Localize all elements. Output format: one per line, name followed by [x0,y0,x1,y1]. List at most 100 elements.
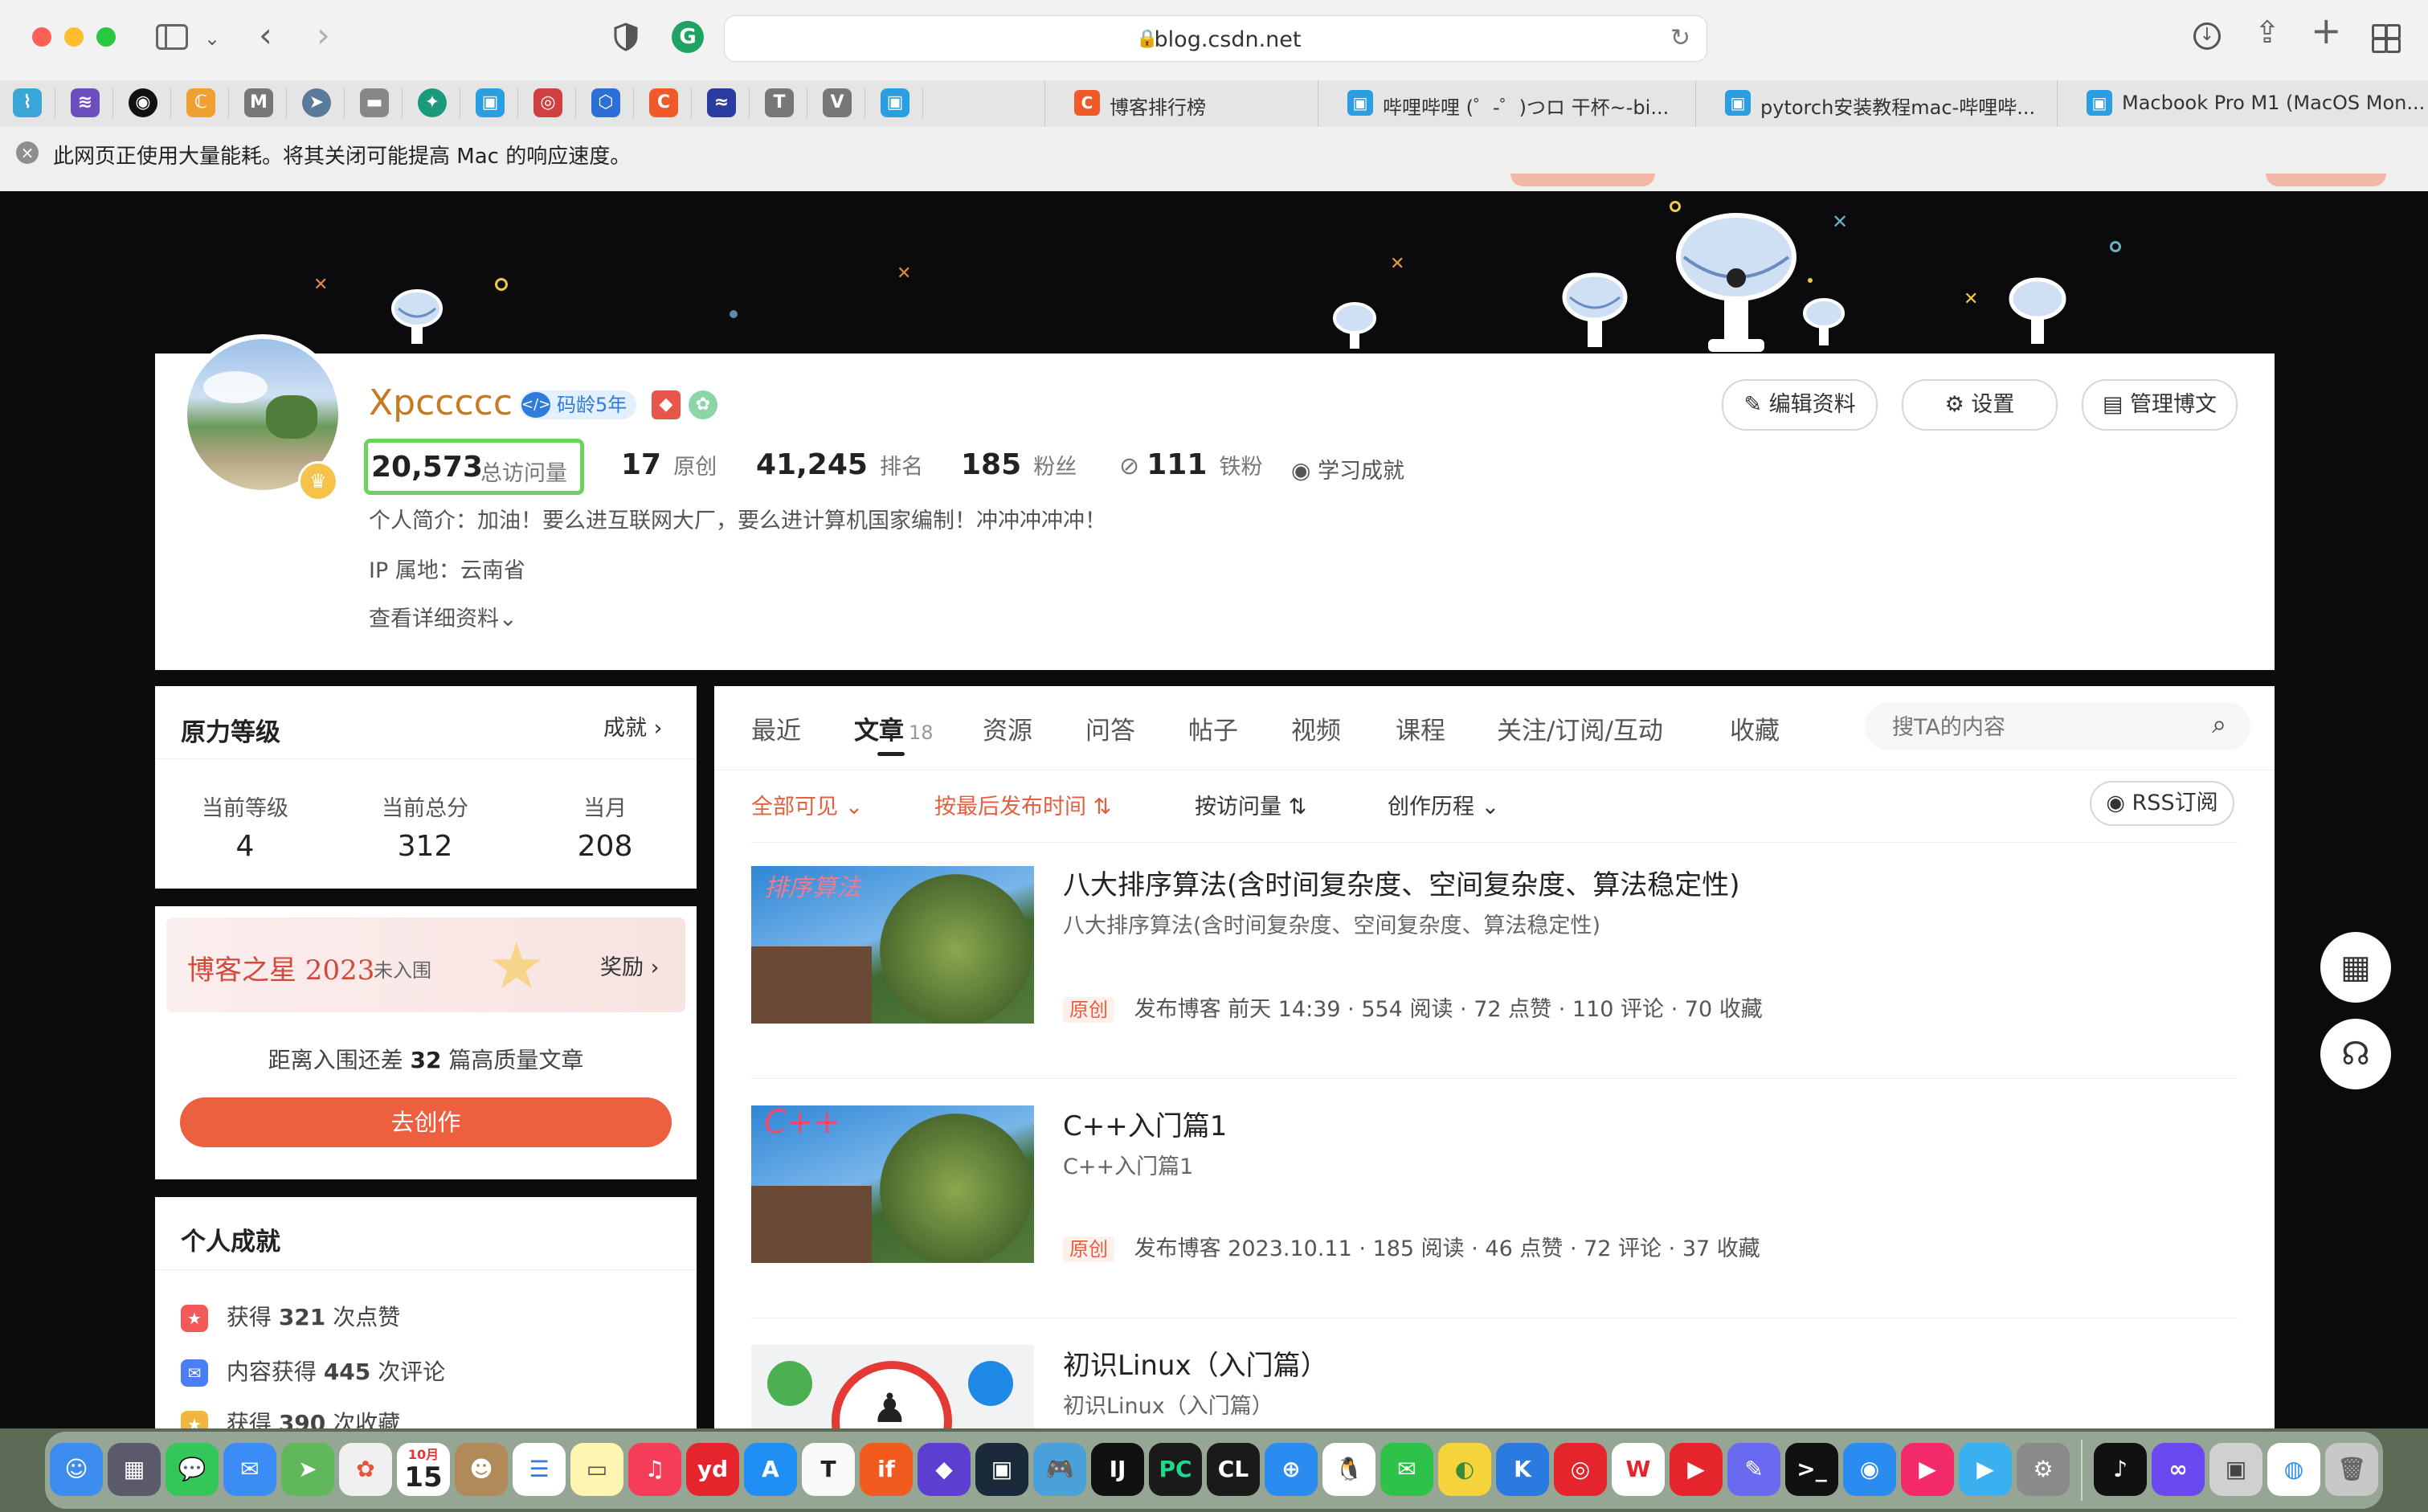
pycharm-icon[interactable]: PC [1149,1443,1202,1496]
pinned-tab-feather-icon[interactable]: ⌇ [13,88,42,117]
close-window-button[interactable] [32,27,51,47]
edit-profile-button[interactable]: ✎ 编辑资料 [1722,379,1878,431]
article-thumbnail[interactable]: C++ [751,1105,1034,1263]
blog-star-banner[interactable]: 博客之星 2023 未入围 ★ 奖励 › [166,917,685,1012]
preview-icon[interactable]: ▣ [2209,1443,2262,1496]
pinned-tab-red-icon[interactable]: ◎ [533,88,562,117]
tab-csdn-ranking[interactable]: C 博客排行榜 [1044,80,1306,127]
customer-service-icon[interactable]: ☊ [2320,1019,2391,1089]
pdf-icon[interactable]: ▶ [1670,1443,1723,1496]
reminders-icon[interactable]: ☰ [513,1443,566,1496]
pinned-tab-navy-icon[interactable]: ≈ [707,88,736,117]
back-icon[interactable]: ‹ [259,18,272,52]
pinned-tab-v-icon[interactable]: V [823,88,852,117]
mail-icon[interactable]: ✉ [223,1443,276,1496]
tab-resources[interactable]: 资源 [983,710,1032,746]
article-title[interactable]: C++入门篇1 [1063,1104,1227,1143]
pinned-tab-chatgpt-icon[interactable]: ✦ [418,88,447,117]
tab-macbook-video[interactable]: ▣ Macbook Pro M1 (MacOS Mon... [2057,80,2428,127]
forward-icon[interactable]: › [317,18,330,52]
pinned-tab-csdn-icon[interactable]: C [649,88,678,117]
trash-icon[interactable]: 🗑 [2325,1443,2378,1496]
grammarly-icon[interactable]: G [672,21,704,53]
tab-qa[interactable]: 问答 [1085,710,1135,746]
achievements-link[interactable]: 成就 › [603,710,662,742]
tab-videos[interactable]: 视频 [1291,710,1341,746]
pinned-tab-stripe-icon[interactable]: ≋ [71,88,100,117]
zoom-window-button[interactable] [96,27,116,47]
safari-icon[interactable]: ⊕ [1265,1443,1318,1496]
minimize-window-button[interactable] [64,27,84,47]
pinned-tab-bilibili2-icon[interactable]: ▣ [881,88,909,117]
pinned-tab-orange-icon[interactable]: ℂ [186,88,215,117]
content-search-input[interactable] [1890,710,2199,744]
article-thumbnail[interactable]: ♟ [751,1345,1034,1428]
pinned-tab-bilibili-icon[interactable]: ▣ [476,88,505,117]
stat-iron-fans[interactable]: ⊘ 111 铁粉 [1119,448,1262,488]
tab-overview-icon[interactable] [2372,24,2401,53]
pinned-tab-m-icon[interactable]: M [244,88,273,117]
article-title[interactable]: 八大排序算法(含时间复杂度、空间复杂度、算法稳定性) [1063,863,1740,902]
system-settings-icon[interactable]: ⚙ [2017,1443,2070,1496]
creation-history-filter[interactable]: 创作历程 ⌄ [1388,789,1499,820]
stat-fans[interactable]: 185 粉丝 [961,448,1077,488]
browser-icon[interactable]: ◉ [1843,1443,1896,1496]
rss-subscribe-button[interactable]: ◉ RSS订阅 [2090,781,2234,826]
visibility-filter[interactable]: 全部可见 ⌄ [751,789,863,820]
article-item[interactable]: ♟ 初识Linux（入门篇） 初识Linux（入门篇） [751,1345,2238,1428]
typora-icon[interactable]: T [802,1443,855,1496]
maps-icon[interactable]: ➤ [281,1443,334,1496]
go-create-button[interactable]: 去创作 [180,1097,672,1147]
wechat-icon[interactable]: ✉ [1380,1443,1433,1496]
profile-name[interactable]: Xpccccc [369,382,513,423]
notes-icon[interactable]: ▭ [570,1443,623,1496]
k-app-icon[interactable]: K [1496,1443,1549,1496]
qr-code-icon[interactable]: ▦ [2320,932,2391,1003]
link-app-icon[interactable]: ∞ [2152,1443,2205,1496]
tab-follow-subscribe[interactable]: 关注/订阅/互动 [1497,710,1663,746]
ifeng-icon[interactable]: if [860,1443,913,1496]
rewards-link[interactable]: 奖励 › [600,950,659,981]
screen-tool-icon[interactable]: ▣ [975,1443,1028,1496]
qq-icon[interactable]: 🐧 [1322,1443,1375,1496]
sort-by-time[interactable]: 按最后发布时间 ⇅ [934,789,1111,820]
green-badge-icon[interactable]: ✿ [689,390,717,419]
tab-recent[interactable]: 最近 [751,710,801,746]
view-details-link[interactable]: 查看详细资料⌄ [369,601,517,632]
download-icon[interactable]: ↓ [2193,22,2221,50]
article-thumbnail[interactable]: 排序算法 [751,866,1034,1024]
tab-bilibili-home[interactable]: ▣ 哔哩哔哩 (゜-゜)つロ 干杯~-bi... [1318,80,1696,127]
intellij-icon[interactable]: IJ [1091,1443,1144,1496]
music-icon[interactable]: ♫ [628,1443,681,1496]
chrome-icon[interactable]: ◍ [2267,1443,2320,1496]
app-store-icon[interactable]: A [744,1443,797,1496]
clion-icon[interactable]: CL [1207,1443,1260,1496]
stat-total-views[interactable]: 20,573 总访问量 [364,439,584,495]
obsidian-icon[interactable]: ◆ [918,1443,971,1496]
chevron-down-icon[interactable]: ⌄ [204,24,220,53]
calendar-icon[interactable]: 10月 15 [397,1443,450,1496]
wps-icon[interactable]: W [1612,1443,1665,1496]
pencil-app-icon[interactable]: ✎ [1727,1443,1780,1496]
article-item[interactable]: C++ C++入门篇1 C++入门篇1 原创 发布博客 2023.10.11 ·… [751,1105,2238,1290]
search-icon[interactable]: ⌕ [2212,709,2226,740]
tab-favorites[interactable]: 收藏 [1730,710,1780,746]
game-center-icon[interactable]: 🎮 [1033,1443,1086,1496]
paw-icon[interactable]: ▶ [1901,1443,1954,1496]
reload-icon[interactable]: ↻ [1670,24,1690,52]
terminal-icon[interactable]: >_ [1785,1443,1838,1496]
manage-posts-button[interactable]: ▤ 管理博文 [2082,379,2238,431]
coding-age-badge[interactable]: </> 码龄5年 [520,390,637,419]
article-title[interactable]: 初识Linux（入门篇） [1063,1345,1328,1383]
pinned-tab-telegram-icon[interactable]: ➤ [302,88,331,117]
share-icon[interactable]: ⇪ [2254,17,2280,47]
sort-by-views[interactable]: 按访问量 ⇅ [1195,789,1306,820]
infuse-icon[interactable]: ▶ [1959,1443,2012,1496]
netease-music-icon[interactable]: ◎ [1554,1443,1607,1496]
shield-icon[interactable] [614,22,638,51]
pinned-tab-blue-hex-icon[interactable]: ⬡ [591,88,620,117]
messages-icon[interactable]: 💬 [166,1443,219,1496]
photos-icon[interactable]: ✿ [339,1443,392,1496]
tab-posts[interactable]: 帖子 [1188,710,1238,746]
launchpad-icon[interactable]: ▦ [108,1443,161,1496]
